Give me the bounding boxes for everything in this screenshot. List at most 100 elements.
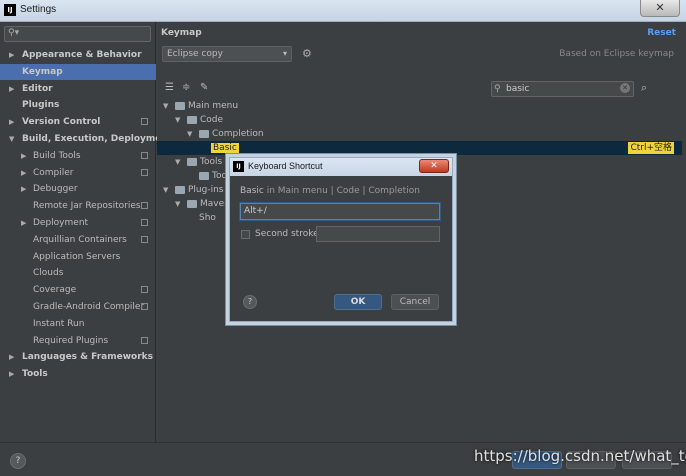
search-icon: ⚲▾ — [8, 28, 20, 38]
sidebar-item[interactable]: Remote Jar Repositories — [0, 198, 156, 214]
chevron-down-icon[interactable]: ▼ — [163, 183, 168, 197]
sidebar-item-label: Languages & Frameworks — [22, 352, 154, 363]
chevron-right-icon[interactable]: ▶ — [9, 349, 14, 365]
keymap-search-value: basic — [506, 84, 530, 94]
sidebar-item[interactable]: Gradle-Android Compiler — [0, 299, 156, 315]
clear-search-icon[interactable]: ✕ — [620, 83, 630, 93]
sidebar-item-label: Compiler — [33, 167, 74, 178]
chevron-down-icon[interactable]: ▼ — [175, 113, 180, 127]
dialog-help-button[interactable]: ? — [243, 295, 257, 309]
second-stroke-checkbox[interactable] — [241, 230, 250, 239]
sidebar-item-label: Required Plugins — [33, 335, 109, 346]
sidebar-item[interactable]: Clouds — [0, 265, 156, 281]
second-stroke-input[interactable] — [316, 226, 440, 242]
folder-icon — [175, 186, 185, 194]
sidebar-item[interactable]: Keymap — [0, 63, 156, 80]
chevron-down-icon[interactable]: ▼ — [175, 197, 180, 211]
sidebar-item[interactable]: ▼ Build, Execution, Deployment — [0, 131, 172, 147]
keymap-tree-label: Plug-ins — [188, 185, 224, 195]
sidebar-item[interactable]: Required Plugins — [0, 333, 156, 349]
page-title: Keymap — [161, 28, 202, 38]
sidebar-item[interactable]: ▶ Deployment — [0, 215, 156, 231]
folder-icon — [199, 172, 209, 180]
chevron-right-icon[interactable]: ▶ — [21, 165, 26, 181]
sidebar-item[interactable]: ▶ Appearance & Behavior — [0, 47, 156, 63]
sidebar-item-label: Keymap — [22, 66, 63, 77]
keymap-dropdown-value: Eclipse copy — [167, 49, 223, 59]
keymap-tree-row[interactable]: ▼ Main menu — [157, 99, 682, 113]
project-level-icon — [141, 118, 148, 126]
chevron-right-icon[interactable]: ▶ — [9, 366, 14, 382]
sidebar-item[interactable]: ▶ Debugger — [0, 181, 156, 197]
chevron-right-icon[interactable]: ▶ — [21, 148, 26, 164]
expand-all-icon[interactable]: ☰ — [165, 82, 174, 93]
sidebar-item-label: Build, Execution, Deployment — [22, 134, 173, 144]
shortcut-badge: Ctrl+空格 — [628, 142, 674, 154]
settings-sidebar: ⚲▾ ▶ Appearance & Behavior Keymap ▶ Editor Pl… — [0, 22, 172, 442]
folder-icon — [199, 130, 209, 138]
sidebar-item[interactable]: Application Servers — [0, 249, 156, 265]
gear-icon[interactable]: ⚙ — [302, 47, 312, 60]
chevron-down-icon[interactable]: ▼ — [163, 99, 168, 113]
settings-footer: ? https://blog.csdn.net/what_to — [0, 442, 686, 476]
sidebar-item[interactable]: Plugins — [0, 97, 156, 113]
folder-icon — [187, 158, 197, 166]
sidebar-item-label: Appearance & Behavior — [22, 50, 142, 60]
sidebar-item-label: Gradle-Android Compiler — [33, 302, 145, 312]
keymap-dropdown[interactable]: Eclipse copy ▾ — [162, 46, 292, 62]
sidebar-item[interactable]: Arquillian Containers — [0, 232, 156, 248]
project-level-icon — [141, 235, 148, 243]
keymap-tree-row[interactable]: ▼ Completion — [157, 127, 682, 141]
sidebar-item-label: Arquillian Containers — [33, 234, 127, 245]
dialog-title: Keyboard Shortcut — [248, 161, 323, 171]
keymap-tree-label: Main menu — [188, 101, 239, 111]
chevron-right-icon[interactable]: ▶ — [21, 181, 26, 197]
sidebar-item-label: Remote Jar Repositories — [33, 201, 141, 212]
dialog-close-button[interactable]: ✕ — [419, 159, 449, 173]
sidebar-item[interactable]: Coverage — [0, 282, 156, 298]
keymap-tree-label: Code — [200, 115, 224, 125]
dialog-cancel-button[interactable]: Cancel — [391, 294, 439, 310]
keymap-tree-row[interactable]: ▼ Code — [157, 113, 682, 127]
keymap-tree-label: Completion — [212, 129, 264, 139]
chevron-right-icon[interactable]: ▶ — [9, 114, 14, 130]
sidebar-item[interactable]: ▶ Version Control — [0, 114, 156, 130]
keymap-tree-row[interactable]: Basic Ctrl+空格 — [157, 141, 682, 155]
keyboard-shortcut-dialog: IJ Keyboard Shortcut ✕ Basic in Main men… — [229, 157, 453, 322]
sidebar-item[interactable]: ▶ Editor — [0, 81, 156, 97]
window-title: Settings — [20, 4, 57, 15]
project-level-icon — [141, 202, 148, 210]
dialog-ok-button[interactable]: OK — [334, 294, 382, 310]
chevron-right-icon[interactable]: ▶ — [9, 47, 14, 63]
sidebar-item[interactable]: ▶ Languages & Frameworks — [0, 349, 156, 365]
sidebar-item[interactable]: ▶ Compiler — [0, 165, 156, 181]
settings-search-input[interactable]: ⚲▾ — [4, 26, 151, 42]
intellij-app-icon: IJ — [4, 4, 16, 16]
keymap-tree-label: Sho — [199, 213, 216, 223]
chevron-down-icon[interactable]: ▼ — [175, 155, 180, 169]
window-close-button[interactable]: ✕ — [640, 0, 680, 17]
chevron-down-icon[interactable]: ▼ — [187, 127, 192, 141]
keymap-tree-label: Tools — [200, 157, 223, 167]
sidebar-item-label: Editor — [22, 83, 53, 94]
sidebar-item[interactable]: Instant Run — [0, 316, 156, 332]
project-level-icon — [141, 336, 148, 344]
chevron-right-icon[interactable]: ▶ — [9, 81, 14, 97]
based-on-label: Based on Eclipse keymap — [559, 49, 674, 59]
sidebar-item[interactable]: ▶ Tools — [0, 366, 156, 382]
dialog-titlebar: IJ Keyboard Shortcut ✕ — [230, 158, 452, 176]
keymap-tree-label: Basic — [211, 141, 239, 155]
reset-link[interactable]: Reset — [647, 28, 676, 38]
chevron-right-icon[interactable]: ▶ — [21, 215, 26, 231]
find-shortcut-icon[interactable]: ⌕ — [641, 81, 647, 95]
sidebar-item-label: Build Tools — [33, 150, 81, 161]
collapse-all-icon[interactable]: ≑ — [182, 82, 190, 93]
sidebar-item-label: Tools — [22, 369, 48, 380]
chevron-down-icon[interactable]: ▼ — [9, 131, 14, 147]
sidebar-item[interactable]: ▶ Build Tools — [0, 148, 156, 164]
search-highlight: Basic — [211, 143, 239, 153]
keymap-search-input[interactable]: ⚲ basic ✕ — [491, 81, 634, 97]
first-stroke-input[interactable]: Alt+/ — [240, 203, 440, 220]
help-button[interactable]: ? — [10, 453, 26, 469]
edit-pencil-icon[interactable]: ✎ — [200, 82, 208, 93]
